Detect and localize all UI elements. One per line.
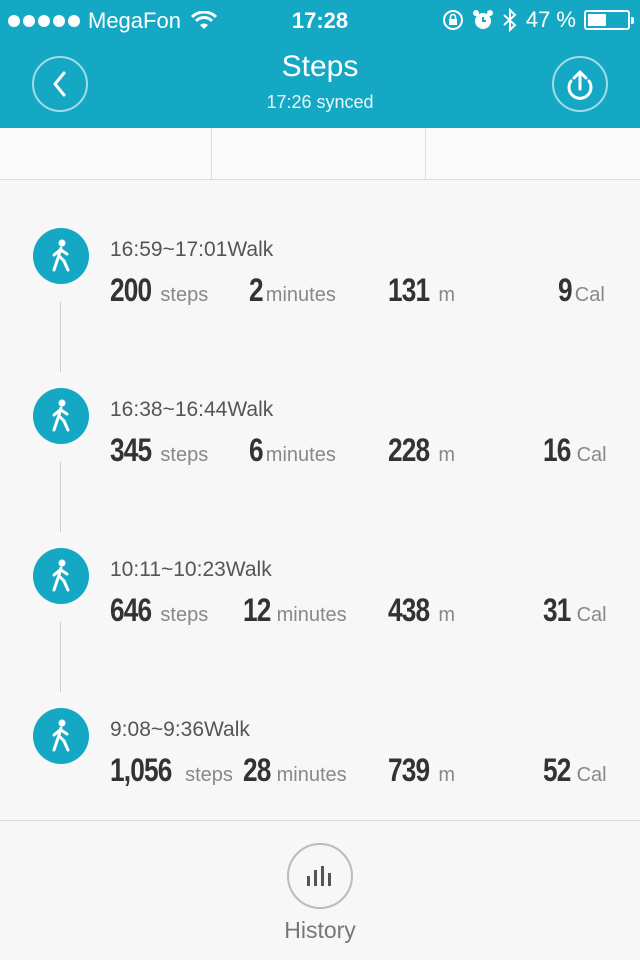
bar-chart-icon [307,866,331,886]
calories-unit: Cal [576,444,607,466]
steps-unit: steps [160,444,209,466]
activity-entry[interactable]: 16:38~16:44Walk 345 steps 6 minutes 228 m 1… [0,340,640,532]
steps-value: 646 [110,592,152,628]
steps-stat: 200 steps [110,272,208,309]
minutes-value: 28 [243,752,271,788]
distance-unit: m [438,604,456,626]
activity-entry[interactable]: 16:59~17:01Walk 200 steps 2 minutes 131 m 9… [0,180,640,372]
minutes-value: 12 [243,592,271,628]
minutes-stat: 28 minutes [243,752,347,789]
summary-cell [426,128,640,180]
calories-value: 31 [543,592,571,628]
steps-stat: 345 steps [110,432,208,469]
calories-stat: 31 Cal [543,592,607,629]
minutes-unit: minutes [265,444,336,466]
battery-percent: 47 % [525,7,576,32]
calories-value: 52 [543,752,571,788]
share-button[interactable] [552,56,608,112]
app-header: MegaFon 17:28 47 % Steps 17:26 synced [0,0,640,128]
steps-stat: 646 steps [110,592,208,629]
walk-icon [33,228,89,284]
activity-time: 9:08~9:36Walk [110,718,250,741]
activity-entry[interactable]: 9:08~9:36Walk 1,056 steps 28 minutes 739 m … [0,660,640,820]
rotation-lock-icon [442,10,463,30]
sync-status: 17:26 synced [266,92,374,112]
calories-stat: 9 Cal [558,272,605,309]
activity-time: 16:59~17:01Walk [110,238,274,261]
calories-unit: Cal [576,764,607,786]
steps-unit: steps [160,284,209,306]
distance-value: 739 [388,752,430,788]
walk-icon [33,548,89,604]
bluetooth-icon [503,8,517,32]
distance-value: 228 [388,432,430,468]
steps-value: 345 [110,432,152,468]
summary-strip [0,128,640,180]
minutes-value: 6 [249,432,264,468]
steps-stat: 1,056 steps [110,752,233,789]
history-button[interactable] [287,843,353,909]
status-right: 47 % [442,7,634,33]
calories-value: 9 [558,272,573,308]
page-title: Steps [281,50,359,83]
summary-cell [0,128,212,180]
steps-value: 200 [110,272,152,308]
minutes-value: 2 [249,272,264,308]
distance-stat: 131 m [388,272,455,309]
minutes-unit: minutes [265,284,336,306]
footer-bar: History [0,820,640,960]
distance-unit: m [438,764,456,786]
steps-unit: steps [160,604,209,626]
distance-stat: 438 m [388,592,455,629]
activity-timeline: 16:59~17:01Walk 200 steps 2 minutes 131 m 9… [0,180,640,820]
distance-unit: m [438,284,456,306]
calories-value: 16 [543,432,571,468]
calories-unit: Cal [574,284,605,306]
walk-icon [33,708,89,764]
distance-value: 438 [388,592,430,628]
calories-unit: Cal [576,604,607,626]
activity-time: 16:38~16:44Walk [110,398,274,421]
steps-unit: steps [185,764,233,786]
history-label[interactable]: History [0,917,640,944]
minutes-unit: minutes [276,764,347,786]
calories-stat: 16 Cal [543,432,607,469]
battery-icon [584,10,634,30]
alarm-icon [472,10,493,29]
activity-time: 10:11~10:23Walk [110,558,272,581]
steps-value: 1,056 [110,752,172,788]
summary-cell [212,128,426,180]
activity-entry[interactable]: 10:11~10:23Walk 646 steps 12 minutes 438 m … [0,500,640,692]
minutes-stat: 12 minutes [243,592,347,629]
distance-unit: m [438,444,456,466]
minutes-stat: 2 minutes [249,272,336,309]
minutes-unit: minutes [276,604,347,626]
upload-icon [567,70,593,100]
distance-value: 131 [388,272,430,308]
minutes-stat: 6 minutes [249,432,336,469]
walk-icon [33,388,89,444]
distance-stat: 228 m [388,432,455,469]
battery-level-fill [588,14,606,26]
status-bar: MegaFon 17:28 47 % [0,0,640,40]
distance-stat: 739 m [388,752,455,789]
calories-stat: 52 Cal [543,752,607,789]
